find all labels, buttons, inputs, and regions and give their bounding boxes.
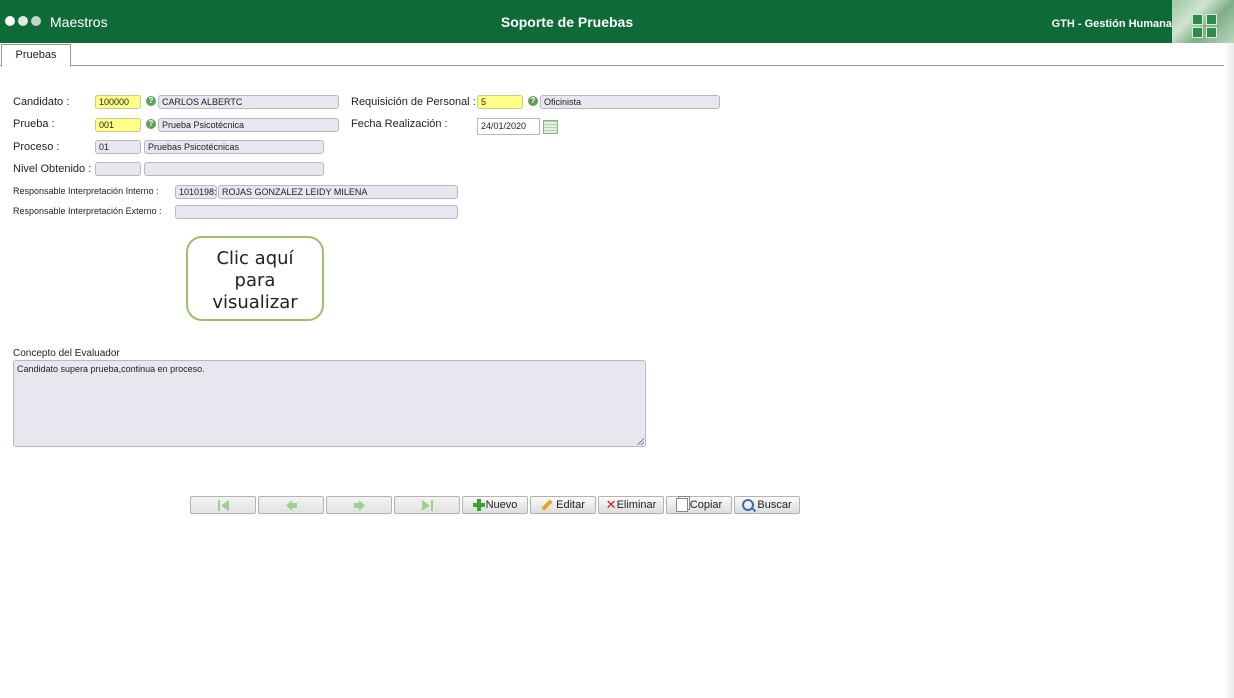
view-line-3: visualizar [212, 292, 298, 313]
view-line-1: Clic aquí [216, 248, 294, 269]
copiar-label: Copiar [689, 499, 723, 511]
candidato-label: Candidato : [13, 96, 70, 108]
search-icon [742, 499, 755, 511]
prueba-label: Prueba : [13, 118, 55, 130]
prueba-name-field: Prueba Psicotécnica [158, 118, 339, 132]
first-icon [217, 499, 229, 511]
concepto-text: Candidato supera prueba,continua en proc… [17, 364, 205, 374]
last-icon [421, 499, 433, 511]
resp-externo-field[interactable] [175, 205, 458, 219]
people-logo-icon [1172, 0, 1234, 43]
nivel-label: Nivel Obtenido : [13, 163, 92, 175]
resize-grip-icon[interactable] [637, 438, 644, 445]
copiar-button[interactable]: Copiar [666, 496, 732, 514]
help-icon[interactable]: ? [146, 119, 156, 129]
eliminar-label: Eliminar [616, 499, 657, 511]
candidato-name-field: CARLOS ALBERTC [158, 95, 339, 109]
view-line-2: para [234, 270, 276, 291]
page-title: Soporte de Pruebas [500, 14, 634, 30]
arrow-right-icon [353, 499, 365, 511]
previous-record-button[interactable] [258, 496, 324, 514]
nuevo-label: Nuevo [485, 499, 518, 511]
view-document-button[interactable]: Clic aquí para visualizar [186, 236, 324, 321]
editar-button[interactable]: Editar [530, 496, 596, 514]
requisicion-name-field: Oficinista [540, 95, 720, 109]
proceso-code-field: 01 [95, 140, 141, 154]
prueba-code-field[interactable]: 001 [95, 118, 141, 132]
proceso-name-field: Pruebas Psicotécnicas [144, 140, 324, 154]
resp-interno-code-field: 1010198: [175, 185, 217, 199]
buscar-button[interactable]: Buscar [734, 496, 800, 514]
fecha-label: Fecha Realización : [351, 118, 448, 130]
fecha-input[interactable]: 24/01/2020 [477, 118, 540, 135]
first-record-button[interactable] [190, 496, 256, 514]
scrollbar-area[interactable] [1224, 43, 1234, 698]
nivel-code-field [95, 162, 141, 176]
next-record-button[interactable] [326, 496, 392, 514]
proceso-label: Proceso : [13, 141, 60, 153]
editar-label: Editar [556, 499, 585, 511]
requisicion-code-field[interactable]: 5 [477, 95, 523, 109]
eliminar-button[interactable]: ✕ Eliminar [598, 496, 664, 514]
app-name: GTH - Gestión Humana [1051, 18, 1172, 30]
help-icon[interactable]: ? [146, 96, 156, 106]
help-icon[interactable]: ? [528, 96, 538, 106]
arrow-left-icon [285, 499, 297, 511]
nivel-name-field [144, 162, 324, 176]
tab-pruebas[interactable]: Pruebas [1, 44, 71, 67]
resp-interno-label: Responsable Interpretación Interno : [13, 186, 159, 196]
requisicion-label: Requisición de Personal : [351, 96, 476, 108]
pencil-icon [541, 499, 553, 511]
nuevo-button[interactable]: Nuevo [462, 496, 528, 514]
calendar-icon[interactable] [543, 120, 558, 134]
concepto-textarea[interactable]: Candidato supera prueba,continua en proc… [13, 360, 646, 447]
resp-externo-label: Responsable Interpretación Externo : [13, 206, 162, 216]
copy-icon [675, 498, 688, 512]
plus-icon [472, 499, 485, 511]
tab-divider [0, 65, 1234, 66]
delete-x-icon: ✕ [605, 497, 617, 512]
last-record-button[interactable] [394, 496, 460, 514]
header-bar: Maestros Soporte de Pruebas GTH - Gestió… [0, 0, 1234, 43]
resp-interno-name-field: ROJAS GONZALEZ LEIDY MILENA [218, 185, 458, 199]
buscar-label: Buscar [757, 499, 792, 511]
candidato-code-field[interactable]: 100000 [95, 95, 141, 109]
concepto-label: Concepto del Evaluador [13, 348, 120, 359]
